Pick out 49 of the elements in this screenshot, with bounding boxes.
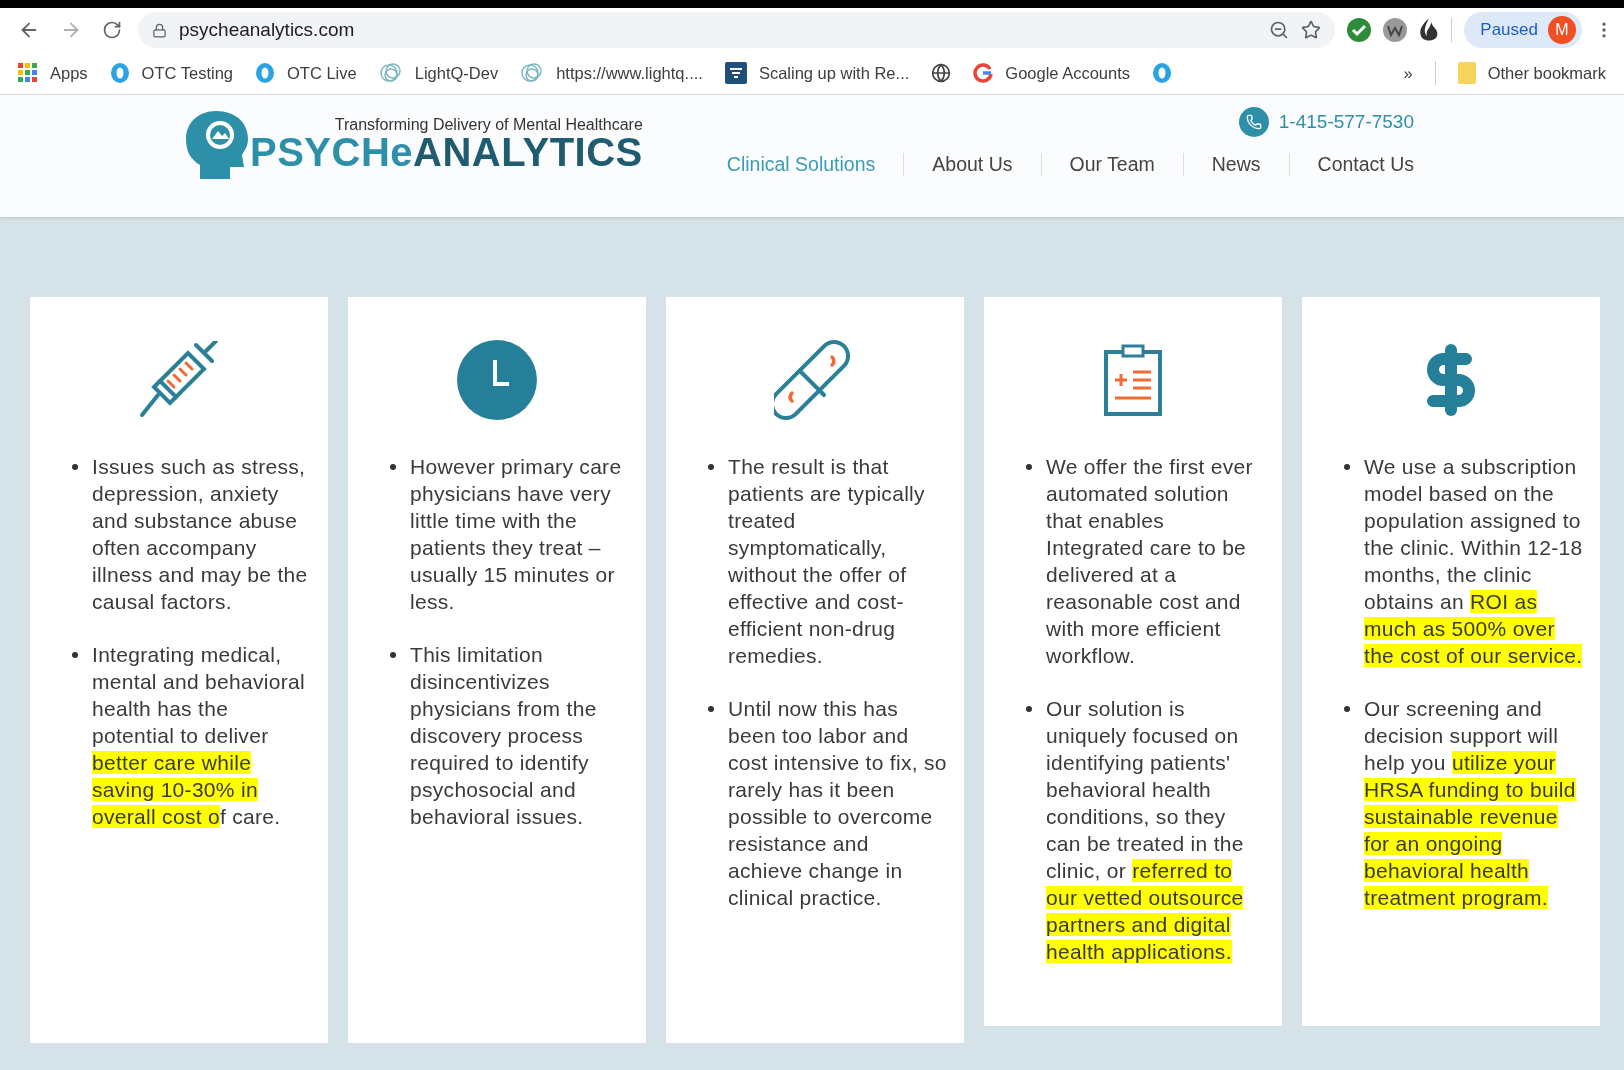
bullet-text: The result is that patients are typically treated symptomatically, without the offer of effective and cost-efficient non-drug remedies. <box>706 453 948 669</box>
document-icon <box>724 62 747 84</box>
bullet-text: Issues such as stress, depression, anxiety and substance abuse often accompany illness and may be the causal factors. <box>70 453 312 615</box>
head-logo-icon <box>186 111 248 179</box>
phone-icon <box>1238 107 1269 137</box>
bookmark-item[interactable]: Google Accounts <box>973 63 1131 83</box>
bookmark-item[interactable]: LightQ-Dev <box>378 61 499 85</box>
address-field[interactable]: psycheanalytics.com <box>138 12 1336 48</box>
bookmark-star-icon[interactable] <box>1301 20 1322 40</box>
bullet-text: Until now this has been too labor and cost intensive to fix, so rarely has it been possible to overcome resistance and achieve change in clinical practice. <box>706 695 948 911</box>
bullet-text: Integrating medical, mental and behavioral health has the potential to deliver better care while saving 10-30% in overall cost of care. <box>70 641 312 830</box>
check-extension-icon[interactable] <box>1347 18 1372 42</box>
ring-icon <box>255 62 275 84</box>
google-g-icon <box>973 63 994 83</box>
circles-icon <box>378 61 403 85</box>
bullet-text: We use a subscription model based on the population assigned to the clinic. Within 12-18 months, the clinic obtains an ROI as much as 500% over the cost of our service. <box>1342 453 1584 669</box>
folder-icon <box>1457 62 1476 84</box>
syringe-icon <box>138 341 220 419</box>
globe-icon <box>931 63 952 83</box>
reload-icon <box>102 20 122 40</box>
nav-link[interactable]: Our Team <box>1040 153 1183 176</box>
bookmark-item[interactable]: Apps <box>18 63 88 83</box>
bullet-text: Our solution is uniquely focused on identifying patients' behavioral health conditions, so they can be treated in the clinic, or referred to our vetted outsource partners and digital health applications. <box>1024 695 1266 965</box>
w-extension-icon[interactable] <box>1383 18 1408 42</box>
bookmark-icon-button[interactable] <box>931 63 952 83</box>
bookmark-item[interactable]: OTC Testing <box>109 62 233 84</box>
bookmark-item[interactable]: OTC Live <box>255 62 357 84</box>
nav-link[interactable]: News <box>1182 153 1289 176</box>
bookmark-item[interactable]: Other bookmark <box>1457 62 1606 84</box>
url-text: psycheanalytics.com <box>179 19 356 41</box>
bookmark-item[interactable]: Scaling up with Re... <box>724 62 910 84</box>
more-bookmarks-button[interactable]: » <box>1403 63 1413 83</box>
circles-icon <box>520 61 545 85</box>
nav-link[interactable]: About Us <box>903 153 1041 176</box>
apps-grid-icon <box>18 63 38 83</box>
flame-icon[interactable] <box>1419 18 1440 42</box>
bullet-text: This limitation disincentivizes physicians from the discovery process required to identify psychosocial and behavioral issues. <box>388 641 630 830</box>
lock-icon <box>152 22 167 38</box>
profile-button[interactable]: Paused M <box>1464 12 1582 48</box>
nav-link[interactable]: Contact Us <box>1288 153 1414 176</box>
bullet-text: We offer the first ever automated solution that enables Integrated care to be delivered at a reasonable cost and with more efficient workflow. <box>1024 453 1266 669</box>
zoom-icon[interactable] <box>1269 20 1290 40</box>
ring-icon <box>109 62 130 84</box>
ring-icon <box>1152 62 1173 84</box>
clipboard-icon <box>1103 344 1163 416</box>
clock-icon <box>457 340 537 420</box>
phone-link[interactable]: 1-415-577-7530 <box>1278 111 1414 133</box>
bookmark-item[interactable]: https://www.lightq.... <box>520 61 703 85</box>
bullet-text: However primary care physicians have very little time with the patients they treat – usually 15 minutes or less. <box>388 453 630 615</box>
